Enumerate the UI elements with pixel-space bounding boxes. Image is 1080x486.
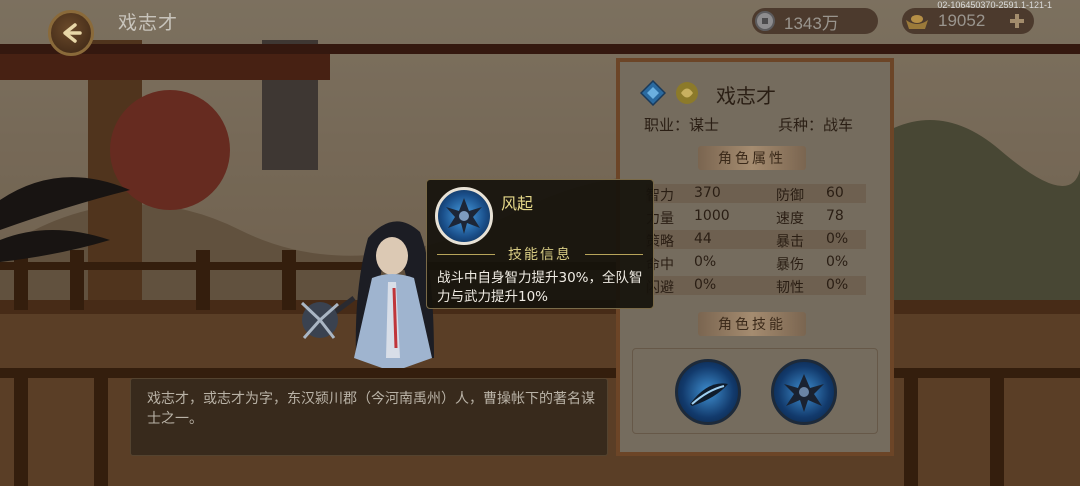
hero-class: 职业：谋士 bbox=[644, 116, 720, 134]
skill-slot-2[interactable] bbox=[771, 359, 837, 425]
skill-slot-1[interactable] bbox=[675, 359, 741, 425]
skills-header: 角色技能 bbox=[698, 312, 806, 336]
stat-row: 命中 0% 暴伤 0% bbox=[646, 254, 849, 273]
gold-amount: 19052 bbox=[938, 11, 986, 30]
hero-name: 戏志才 bbox=[716, 84, 776, 108]
stat-row: 闪避 0% 韧性 0% bbox=[646, 276, 866, 296]
tooltip-description: 战斗中自身智力提升30%，全队智力与武力提升10% bbox=[437, 270, 643, 305]
add-icon[interactable] bbox=[1008, 12, 1026, 30]
gold-resource: 19052 bbox=[902, 8, 1034, 34]
tooltip-skill-name: 风起 bbox=[501, 194, 534, 213]
back-button[interactable] bbox=[48, 10, 94, 56]
grade-badge-icon bbox=[640, 80, 666, 106]
build-info: 02-106450370-2591.1-121-1 bbox=[937, 0, 1052, 10]
top-bar: 戏志才 1343万 19052 02-106450370-2591.1-121-… bbox=[0, 0, 1080, 56]
hero-info-panel: 戏志才 职业：谋士 兵种：战车 角色属性 智力 370 防御 60 力量 100… bbox=[616, 58, 894, 456]
tooltip-subtitle: 技能信息 bbox=[508, 247, 572, 263]
strategist-class-icon bbox=[676, 82, 698, 104]
feather-skill-icon bbox=[690, 383, 728, 406]
silver-resource: 1343万 bbox=[752, 8, 878, 34]
page-title: 戏志才 bbox=[118, 12, 179, 34]
stat-row: 智力 370 防御 60 bbox=[646, 184, 866, 204]
stat-row: 力量 1000 速度 78 bbox=[646, 208, 844, 227]
wind-skill-icon bbox=[784, 374, 824, 412]
back-arrow-icon bbox=[63, 23, 82, 43]
silver-coin-icon bbox=[755, 11, 775, 31]
skills-box bbox=[632, 348, 878, 434]
skill-tooltip: 风起 技能信息 战斗中自身智力提升30%，全队智力与武力提升10% bbox=[426, 179, 654, 309]
stat-row: 策略 44 暴击 0% bbox=[646, 230, 866, 250]
silver-amount: 1343万 bbox=[784, 13, 839, 33]
attributes-header: 角色属性 bbox=[698, 146, 806, 170]
tooltip-skill-icon bbox=[435, 187, 493, 245]
hero-description: 戏志才，或志才为字，东汉颍川郡（今河南禹州）人，曹操帐下的著名谋士之一。 bbox=[147, 391, 595, 427]
hero-description-box: 戏志才，或志才为字，东汉颍川郡（今河南禹州）人，曹操帐下的著名谋士之一。 bbox=[130, 378, 608, 456]
wind-skill-icon bbox=[446, 198, 482, 234]
hero-troop-type: 兵种：战车 bbox=[778, 116, 854, 134]
gold-ingot-icon bbox=[906, 15, 928, 29]
